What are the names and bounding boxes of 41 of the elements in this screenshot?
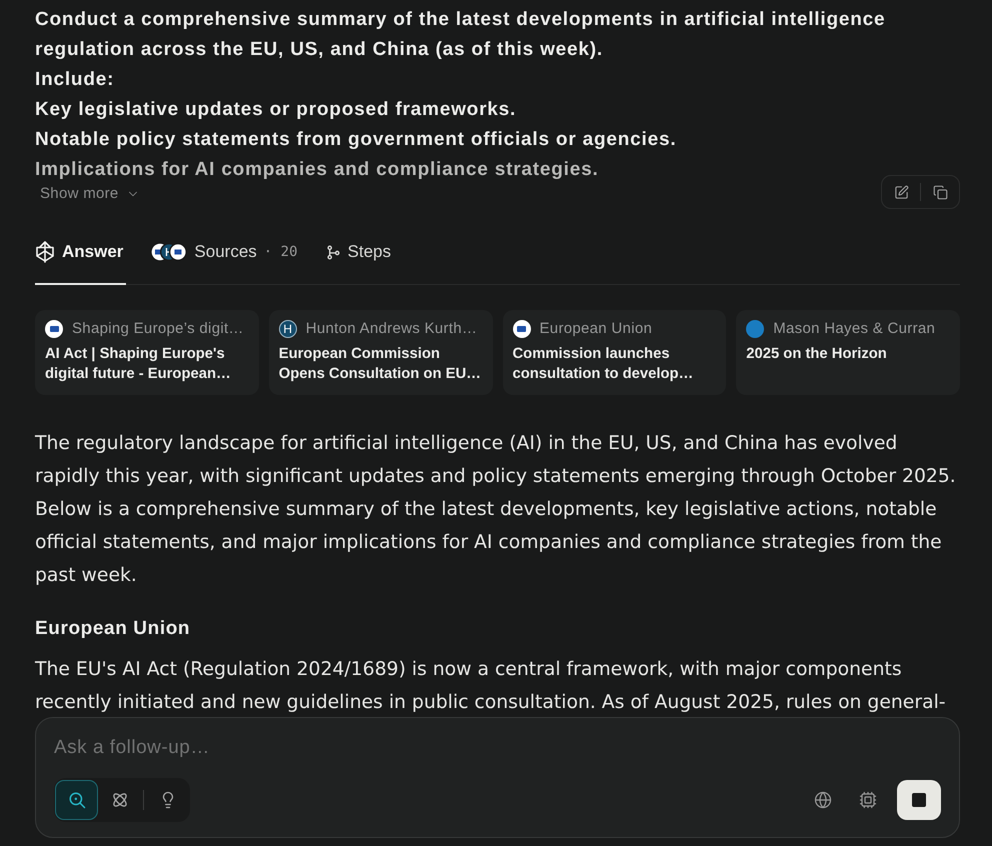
edit-icon: [894, 184, 908, 200]
globe-icon: [814, 791, 832, 809]
knot-icon: [110, 791, 128, 809]
source-card[interactable]: Mason Hayes & Curran 2025 on the Horizon: [736, 310, 960, 395]
flag-icon: [512, 320, 530, 338]
logo-icon: [746, 320, 764, 338]
tab[interactable]: Steps: [326, 237, 394, 285]
source-title: European Commission Opens Consultation on EU…: [278, 345, 482, 384]
source-title: Commission launches consultation to develop…: [512, 345, 694, 384]
source-card[interactable]: H Hunton Andrews Kurth… European Commission Opens Consultation on EU…: [268, 310, 492, 395]
source-card[interactable]: Shaping Europe’s digit… AI Act | Shaping Europe's digital future - European…: [35, 310, 259, 395]
source-title: AI Act | Shaping Europe's digital future - European…: [45, 345, 232, 384]
copy-icon: [932, 184, 948, 200]
branch-icon: [326, 244, 341, 260]
follow-up-input[interactable]: Ask a follow-up…: [54, 735, 941, 761]
stop-icon: [912, 793, 926, 807]
show-more-button[interactable]: Show more: [40, 184, 140, 204]
prompt-text: Include:: [35, 68, 116, 92]
flag-icon: [45, 320, 63, 338]
source-site: Mason Hayes & Curran: [773, 319, 936, 339]
chip-icon: [859, 791, 877, 809]
tab[interactable]: Answer: [35, 237, 126, 285]
prompt-text: Conduct a comprehensive summary of the latest developments in artificial intelligence regulation across the EU, US, and China (as of this week).: [35, 8, 886, 62]
source-title: 2025 on the Horizon: [746, 345, 888, 364]
stop-button[interactable]: [897, 780, 941, 820]
prompt-text: Implications for AI companies and compliance strategies.: [35, 158, 600, 182]
answer-paragraph: The regulatory landscape for artificial intelligence (AI) in the EU, US, and China has evolved rapidly this year, with significant updates and policy statements emerging through October 2025. Below is a comprehensive summary of the latest developments, key legislative actions, notable official statements, and major implications for AI companies and compliance strategies from the past week.: [35, 432, 957, 588]
tab[interactable]: Sources · 20: [151, 237, 301, 285]
source-site: European Union: [540, 319, 652, 339]
logo-icon: [35, 241, 55, 263]
source-card[interactable]: European Union Commission launches consultation to develop…: [502, 310, 726, 395]
search-icon: [68, 791, 86, 809]
mode-button[interactable]: [55, 780, 98, 820]
site-logo: H: [278, 320, 297, 338]
prompt-text: Key legislative updates or proposed frameworks.: [35, 98, 518, 122]
prompt-text: Notable policy statements from government officials or agencies.: [35, 128, 678, 152]
answer-paragraph: The EU's AI Act (Regulation 2024/1689) is now a central framework, with major components recently initiated and new guidelines in public consultation. As of August 2025, rules on general-: [35, 658, 947, 715]
favicon-stack-icon: [151, 243, 188, 261]
source-site: Hunton Andrews Kurth…: [306, 319, 478, 339]
source-site: Shaping Europe’s digit…: [72, 319, 244, 339]
section-heading: European Union: [35, 617, 192, 641]
